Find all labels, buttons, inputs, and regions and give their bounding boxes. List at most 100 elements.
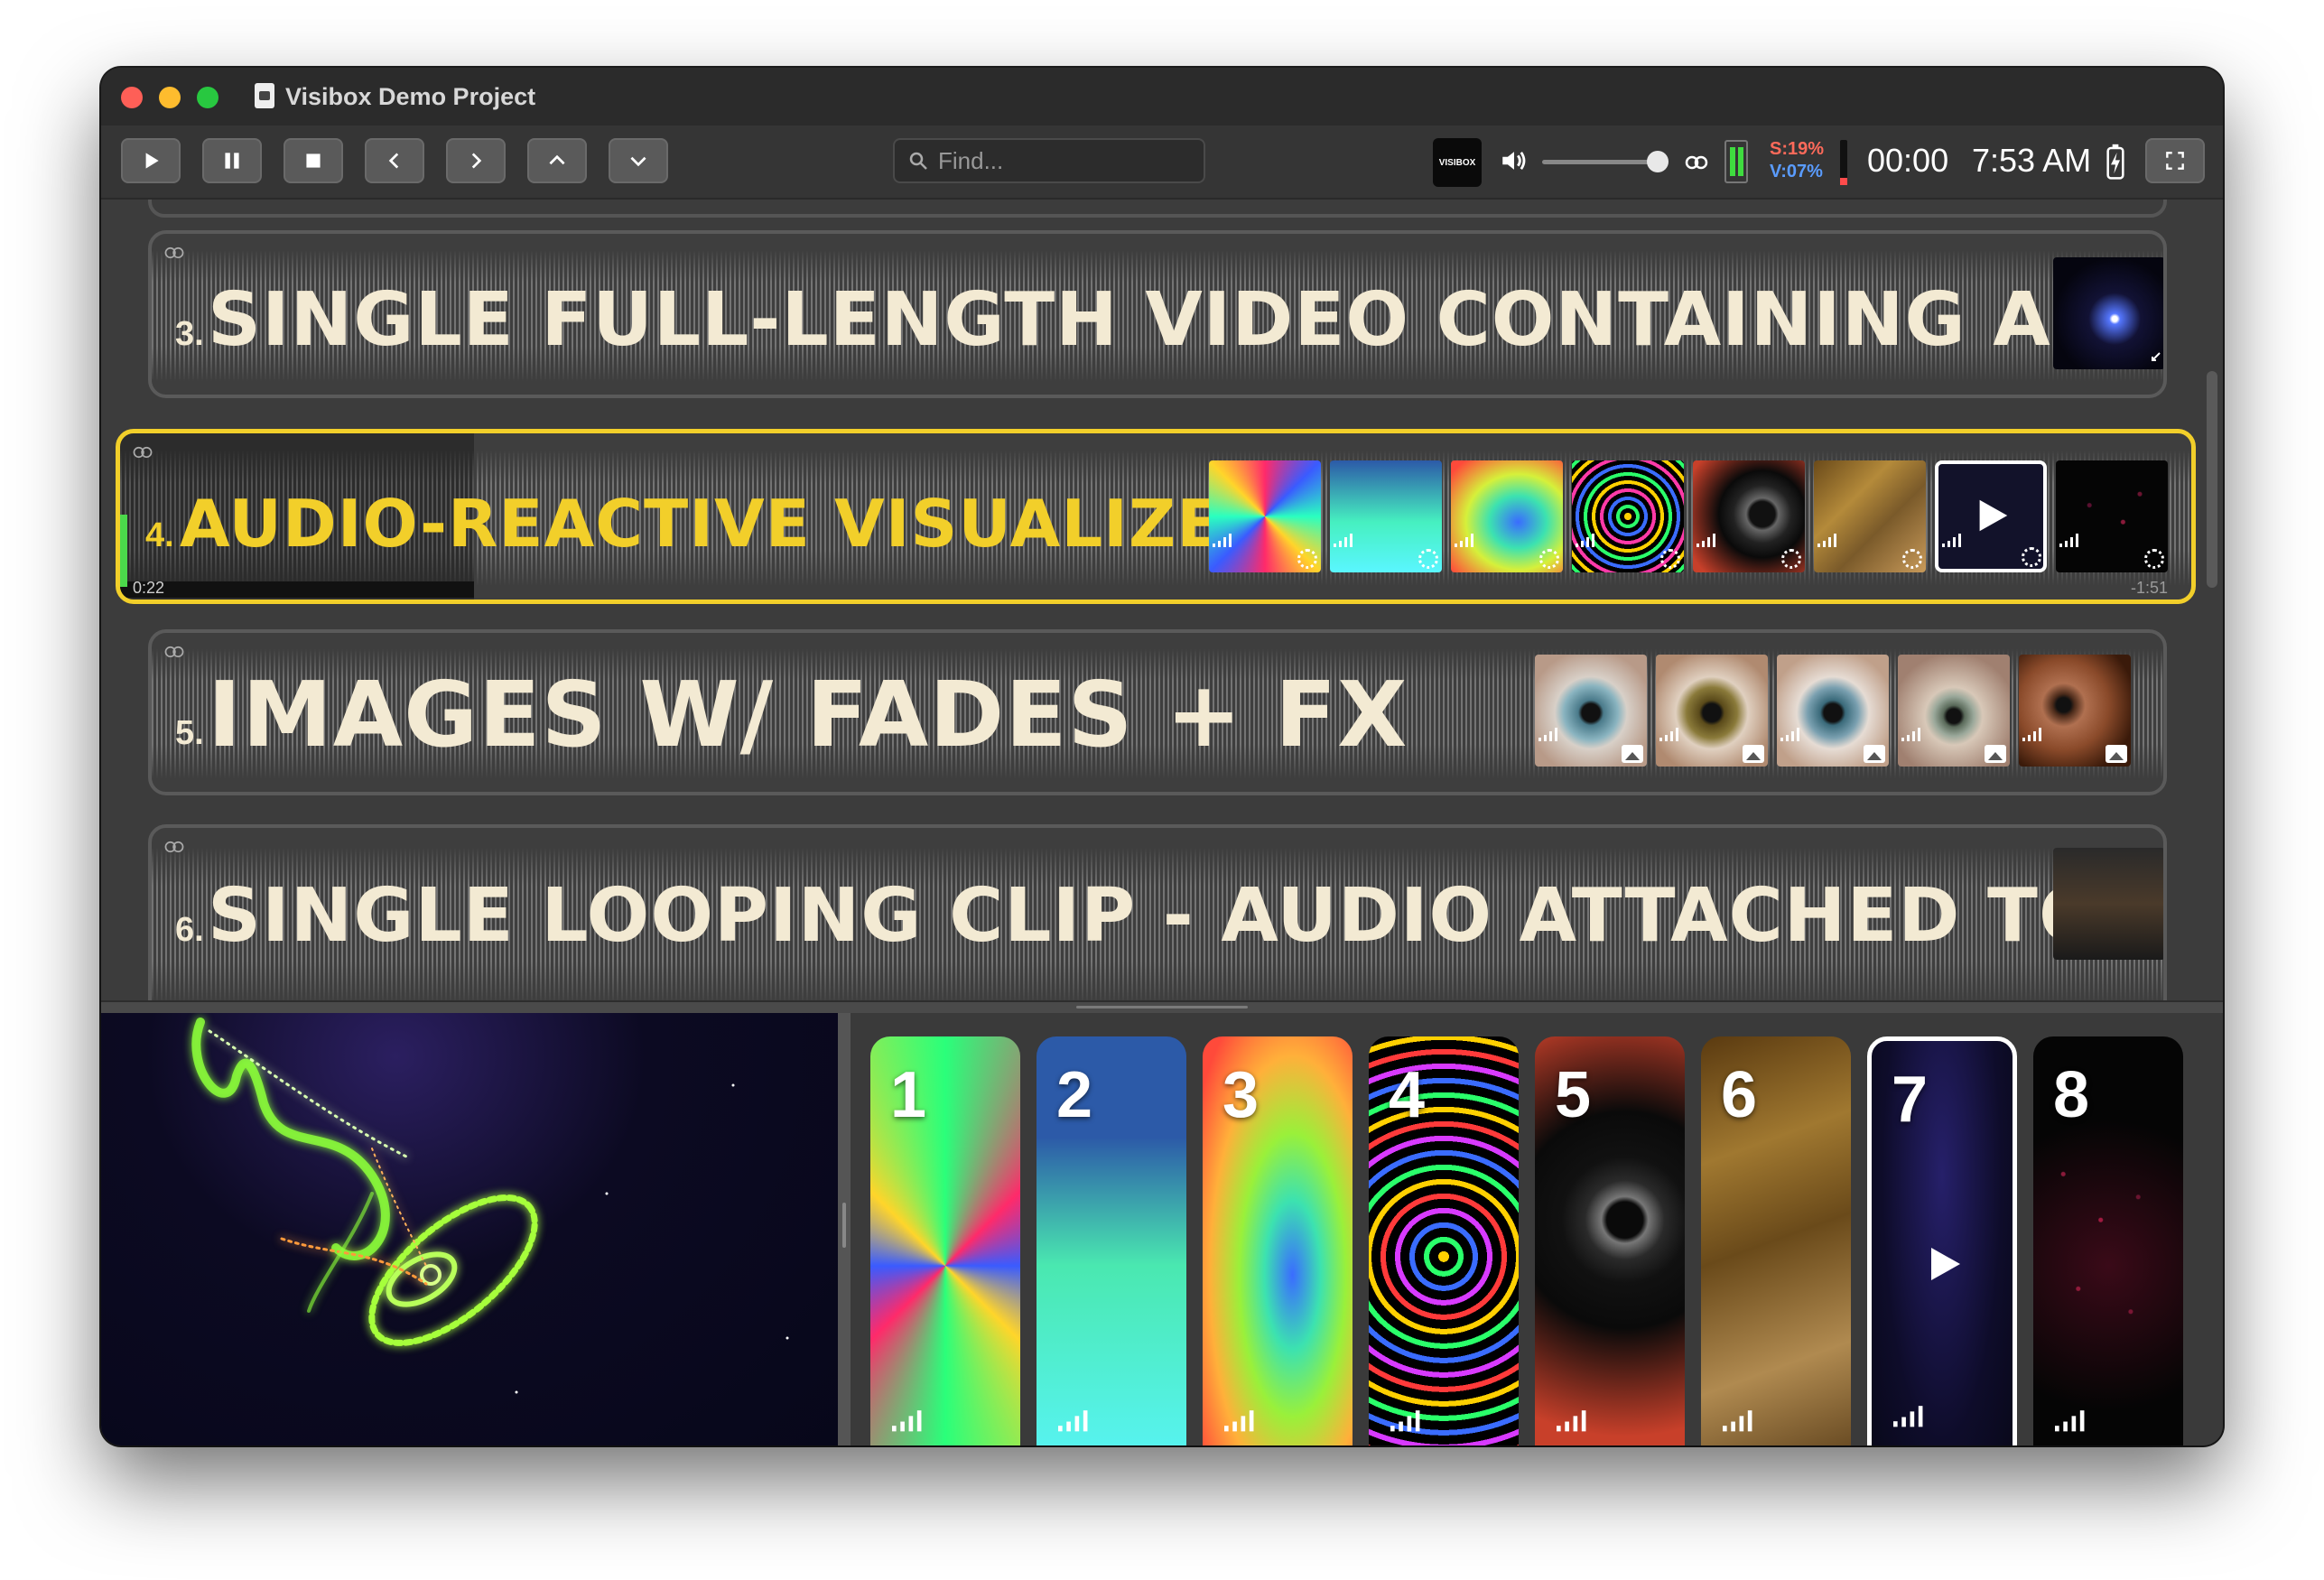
document-icon bbox=[255, 83, 274, 108]
search-field[interactable]: Find... bbox=[893, 138, 1205, 183]
battery-charging-icon bbox=[2106, 144, 2124, 180]
fullscreen-icon bbox=[2166, 152, 2184, 170]
cue-number: 3. bbox=[175, 315, 204, 353]
audio-reactive-icon bbox=[1893, 1406, 1923, 1427]
cue-title: SINGLE LOOPING CLIP - AUDIO ATTACHED TO … bbox=[208, 873, 2167, 959]
timecode: 00:00 bbox=[1867, 142, 1949, 179]
fx-icon bbox=[1539, 549, 1559, 569]
cue-row-previous[interactable] bbox=[148, 200, 2167, 218]
cue-row-5[interactable]: 5. IMAGES W/ FADES + FX bbox=[148, 629, 2167, 795]
play-icon bbox=[145, 153, 159, 169]
eye-image-4[interactable] bbox=[1898, 655, 2010, 767]
level-bar bbox=[1840, 140, 1847, 185]
cue-number: 4. bbox=[145, 516, 174, 554]
close-window-button[interactable] bbox=[121, 87, 143, 108]
play-icon bbox=[1979, 499, 2008, 532]
image-icon bbox=[1864, 745, 1885, 763]
visual-bank: 1 2 3 4 5 6 7 8 bbox=[851, 1013, 2223, 1445]
window-title: Visibox Demo Project bbox=[285, 83, 536, 110]
audio-reactive-icon bbox=[1455, 534, 1473, 547]
play-button[interactable] bbox=[121, 138, 181, 183]
audio-reactive-icon bbox=[2055, 1410, 2085, 1432]
visibox-logo[interactable]: VISIBOX bbox=[1433, 138, 1482, 187]
chevron-left-icon bbox=[388, 153, 399, 169]
eye-image-1[interactable] bbox=[1535, 655, 1647, 767]
cpu-v-value: V:07% bbox=[1770, 162, 1823, 181]
audio-reactive-icon bbox=[1058, 1410, 1088, 1432]
minimize-window-button[interactable] bbox=[159, 87, 181, 108]
next-button[interactable] bbox=[446, 138, 506, 183]
splitter-horizontal[interactable] bbox=[101, 1000, 2223, 1013]
link-icon bbox=[164, 646, 184, 658]
visual-thumbnail-6[interactable] bbox=[1814, 460, 1926, 572]
bank-tile-3[interactable]: 3 bbox=[1203, 1036, 1353, 1445]
cue-row-4-active[interactable]: 4. AUDIO-REACTIVE VISUALIZERS 0:22 -1:51 bbox=[116, 429, 2196, 604]
pause-button[interactable] bbox=[202, 138, 262, 183]
expand-icon bbox=[2152, 352, 2161, 361]
stop-button[interactable] bbox=[284, 138, 343, 183]
volume-slider[interactable] bbox=[1542, 160, 1659, 164]
app-window: Visibox Demo Project Find... VISIBOX S:1… bbox=[101, 68, 2223, 1445]
remaining-time: -1:51 bbox=[2130, 579, 2168, 597]
splitter-vertical[interactable] bbox=[838, 1013, 851, 1445]
fx-icon bbox=[1781, 549, 1801, 569]
cue-title: IMAGES W/ FADES + FX bbox=[208, 662, 1408, 767]
link-icon bbox=[164, 841, 184, 853]
tile-number: 6 bbox=[1721, 1059, 1758, 1131]
output-preview bbox=[101, 1013, 838, 1445]
speaker-icon[interactable] bbox=[1499, 145, 1529, 176]
video-thumbnail[interactable] bbox=[2053, 257, 2163, 369]
chevron-right-icon bbox=[471, 153, 482, 169]
clock: 7:53 AM bbox=[1972, 142, 2092, 179]
audio-reactive-icon bbox=[1817, 534, 1836, 547]
tile-number: 3 bbox=[1222, 1059, 1260, 1131]
title-bar: Visibox Demo Project bbox=[101, 68, 2223, 125]
eye-image-5[interactable] bbox=[2019, 655, 2131, 767]
fx-icon bbox=[1297, 549, 1317, 569]
visual-thumbnail-2[interactable] bbox=[1330, 460, 1442, 572]
scrollbar[interactable] bbox=[2207, 371, 2217, 588]
volume-slider-knob[interactable] bbox=[1647, 151, 1669, 172]
link-icon bbox=[133, 446, 153, 459]
visual-thumbnail-3[interactable] bbox=[1451, 460, 1563, 572]
audio-reactive-icon bbox=[2059, 534, 2078, 547]
cue-row-3[interactable]: 3. SINGLE FULL-LENGTH VIDEO CONTAINING A… bbox=[148, 230, 2167, 398]
search-placeholder: Find... bbox=[938, 146, 1004, 174]
visual-thumbnail-4[interactable] bbox=[1572, 460, 1684, 572]
move-down-button[interactable] bbox=[609, 138, 668, 183]
bank-tile-8[interactable]: 8 bbox=[2033, 1036, 2183, 1445]
fullscreen-button[interactable] bbox=[2145, 138, 2205, 183]
visual-thumbnail-7-playing[interactable] bbox=[1935, 460, 2047, 572]
bank-tile-2[interactable]: 2 bbox=[1037, 1036, 1186, 1445]
cue-row-6[interactable]: 6. SINGLE LOOPING CLIP - AUDIO ATTACHED … bbox=[148, 824, 2167, 1000]
visual-thumbnail-1[interactable] bbox=[1209, 460, 1321, 572]
visual-thumbnail-5[interactable] bbox=[1693, 460, 1805, 572]
video-thumbnail[interactable] bbox=[2053, 848, 2163, 960]
elapsed-time: 0:22 bbox=[133, 579, 165, 597]
eye-image-3[interactable] bbox=[1777, 655, 1889, 767]
move-up-button[interactable] bbox=[527, 138, 587, 183]
audio-reactive-icon bbox=[2022, 728, 2041, 741]
eye-image-2[interactable] bbox=[1656, 655, 1768, 767]
audio-reactive-icon bbox=[1334, 534, 1353, 547]
image-icon bbox=[1985, 745, 2006, 763]
zoom-window-button[interactable] bbox=[197, 87, 218, 108]
audio-reactive-icon bbox=[1942, 534, 1961, 547]
bank-tile-7-selected[interactable]: 7 bbox=[1867, 1036, 2017, 1445]
bank-tile-6[interactable]: 6 bbox=[1701, 1036, 1851, 1445]
visual-thumbnail-8[interactable] bbox=[2056, 460, 2168, 572]
bank-tile-4[interactable]: 4 bbox=[1369, 1036, 1519, 1445]
play-icon bbox=[1931, 1248, 1960, 1280]
fx-icon bbox=[2144, 549, 2164, 569]
previous-button[interactable] bbox=[365, 138, 424, 183]
bank-tile-5[interactable]: 5 bbox=[1535, 1036, 1685, 1445]
bank-tile-1[interactable]: 1 bbox=[870, 1036, 1020, 1445]
link-icon[interactable] bbox=[1683, 150, 1710, 175]
search-icon bbox=[909, 152, 927, 170]
link-icon bbox=[164, 246, 184, 259]
audio-reactive-icon bbox=[1224, 1410, 1254, 1432]
audio-reactive-icon bbox=[1576, 534, 1594, 547]
tile-number: 1 bbox=[890, 1059, 927, 1131]
fx-icon bbox=[1660, 549, 1680, 569]
cue-number: 5. bbox=[175, 714, 204, 752]
